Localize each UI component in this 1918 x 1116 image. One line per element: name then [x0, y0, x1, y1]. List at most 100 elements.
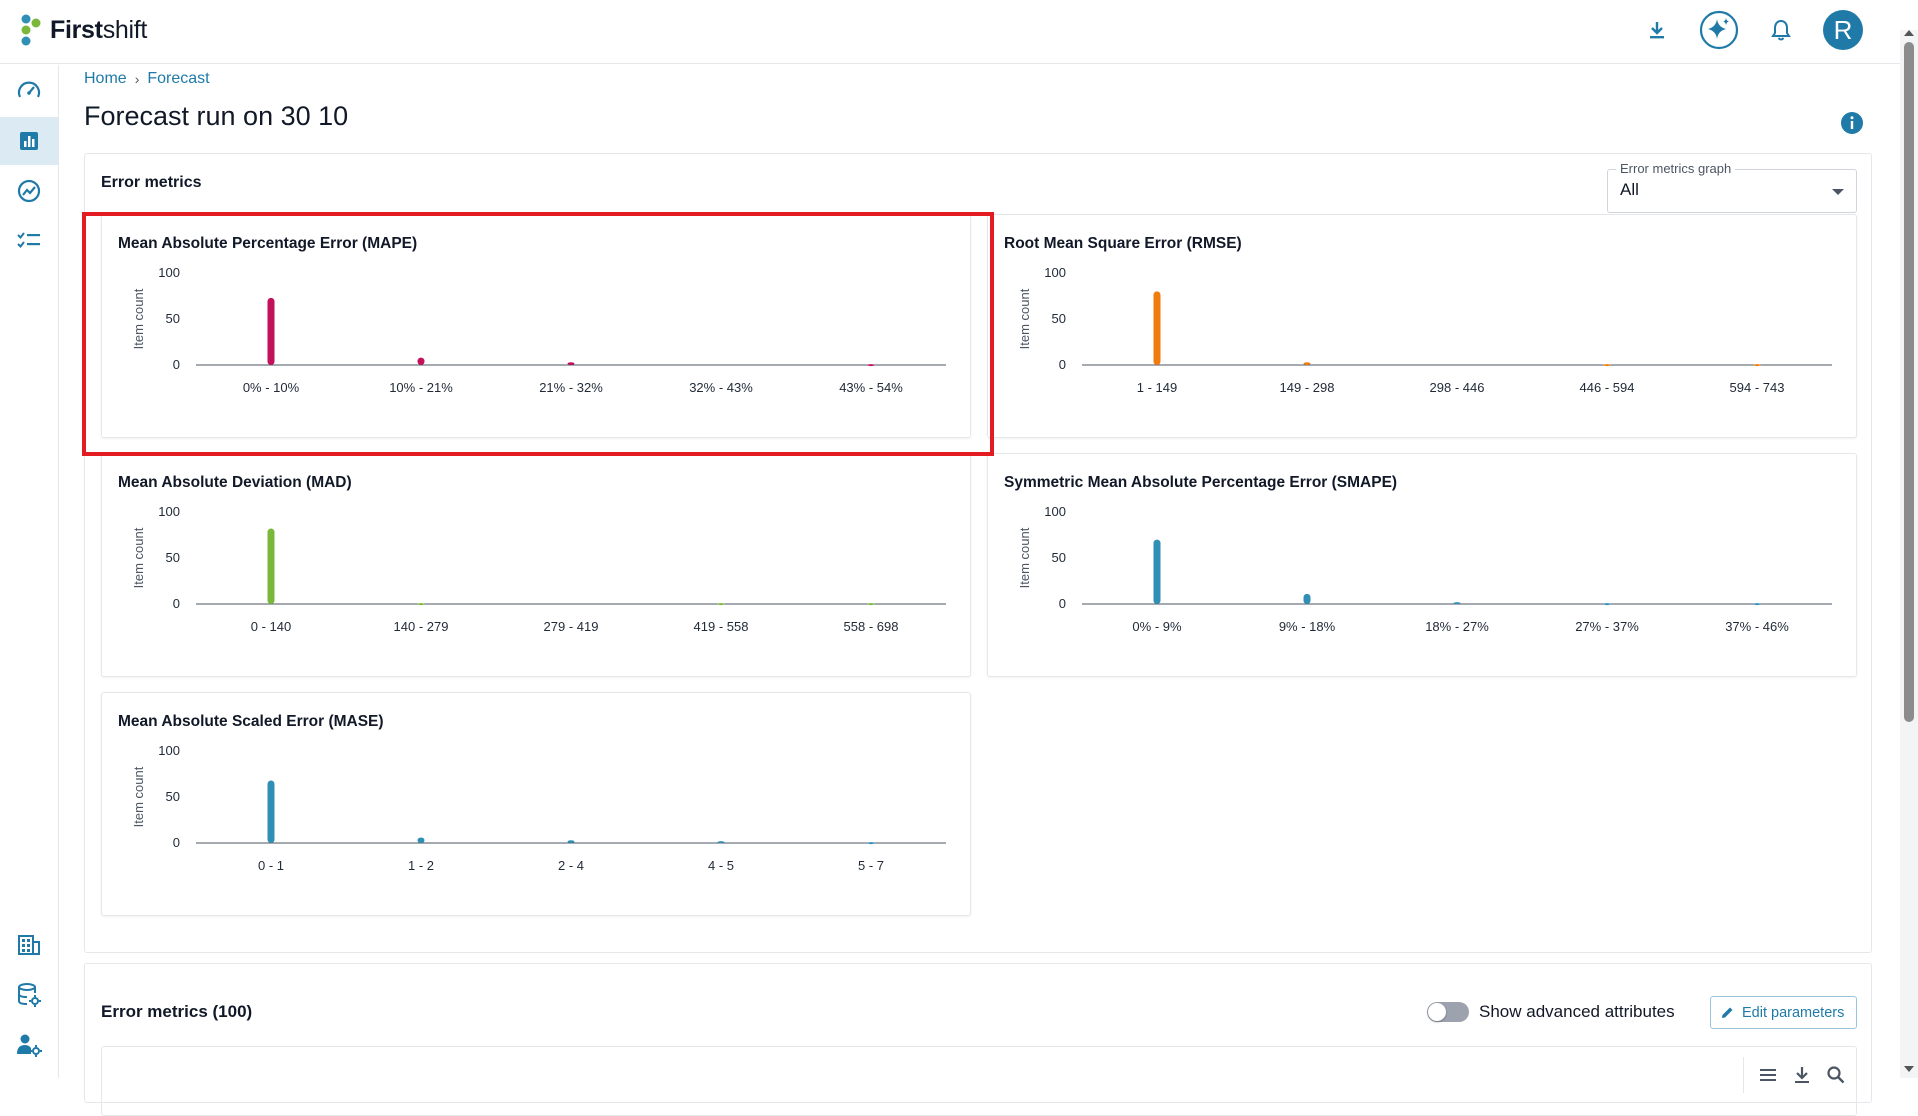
x-tick-label: 446 - 594	[1580, 380, 1635, 395]
x-tick-label: 140 - 279	[394, 619, 449, 634]
y-tick-label: 0	[173, 835, 180, 850]
sidebar-item-user-settings[interactable]	[0, 1021, 58, 1069]
sidebar-item-forecast[interactable]	[0, 117, 58, 165]
error-metrics-panel: Error metrics Error metrics graph All Me…	[84, 153, 1872, 953]
page-title: Forecast run on 30 10	[84, 101, 349, 131]
select-label: Error metrics graph	[1616, 161, 1736, 176]
breadcrumb-forecast-link[interactable]: Forecast	[147, 70, 209, 88]
bar[interactable]	[1753, 603, 1761, 606]
pencil-icon	[1722, 1007, 1733, 1018]
scroll-up-arrow-icon[interactable]	[1904, 30, 1914, 36]
error-metrics-table-title: Error metrics (100)	[101, 1002, 253, 1021]
scroll-down-arrow-icon[interactable]	[1904, 1066, 1914, 1072]
edit-parameters-button[interactable]: Edit parameters	[1710, 996, 1857, 1029]
top-bar: Firstshift R	[0, 0, 1918, 64]
x-tick-label: 419 - 558	[694, 619, 749, 634]
x-tick-label: 149 - 298	[1280, 380, 1335, 395]
bar[interactable]	[717, 841, 725, 844]
firstshift-logo[interactable]: Firstshift	[20, 14, 147, 46]
bar[interactable]	[1153, 291, 1161, 365]
rmse-chart-card: Root Mean Square Error (RMSE) Item count…	[987, 214, 1857, 438]
trend-icon	[17, 179, 41, 203]
table-search-icon[interactable]	[1826, 1065, 1846, 1085]
x-tick-label: 279 - 419	[544, 619, 599, 634]
mad-chart-card: Mean Absolute Deviation (MAD) Item count…	[101, 453, 971, 677]
x-tick-label: 2 - 4	[558, 858, 584, 873]
sidebar-item-tasks[interactable]	[0, 217, 58, 265]
bar[interactable]	[417, 357, 425, 365]
advanced-attributes-toggle[interactable]: Show advanced attributes	[1427, 1002, 1675, 1022]
y-tick-label: 50	[166, 311, 180, 326]
bar[interactable]	[1603, 364, 1611, 367]
x-tick-label: 21% - 32%	[539, 380, 603, 395]
x-tick-label: 32% - 43%	[689, 380, 753, 395]
bar-chart-icon	[20, 132, 38, 150]
bar[interactable]	[1453, 602, 1461, 605]
ai-sparkle-icon[interactable]	[1699, 10, 1739, 50]
bar[interactable]	[417, 603, 425, 606]
y-tick-label: 50	[1052, 311, 1066, 326]
checklist-icon	[17, 232, 40, 249]
info-icon[interactable]	[1840, 111, 1864, 140]
toggle-switch[interactable]	[1427, 1002, 1469, 1022]
x-tick-label: 18% - 27%	[1425, 619, 1489, 634]
bar-chart: Item count 0 50 100 1 - 149 149 - 298 298 - 44…	[1017, 265, 1832, 395]
bar[interactable]	[567, 840, 575, 843]
y-tick-label: 100	[1044, 265, 1066, 280]
dashboard-gauge-icon	[17, 81, 41, 98]
x-tick-label: 4 - 5	[708, 858, 734, 873]
y-axis-title: Item count	[131, 766, 146, 827]
page-scrollbar[interactable]	[1900, 30, 1918, 1078]
column-menu-icon[interactable]	[1758, 1066, 1778, 1084]
scroll-thumb[interactable]	[1904, 42, 1914, 722]
y-tick-label: 100	[158, 743, 180, 758]
breadcrumb-home-link[interactable]: Home	[84, 70, 127, 88]
bar[interactable]	[867, 842, 875, 845]
x-tick-label: 558 - 698	[844, 619, 899, 634]
x-tick-label: 1 - 2	[408, 858, 434, 873]
bar[interactable]	[1153, 539, 1161, 604]
bar[interactable]	[1303, 593, 1311, 604]
firstshift-logo-icon	[21, 14, 41, 46]
y-tick-label: 100	[1044, 504, 1066, 519]
x-tick-label: 1 - 149	[1137, 380, 1177, 395]
bar-chart: Item count 0 50 100 0 - 1 1 - 2 2 - 4 4 - 5 5 - …	[131, 743, 946, 873]
y-axis-title: Item count	[131, 527, 146, 588]
x-tick-label: 5 - 7	[858, 858, 884, 873]
bar[interactable]	[267, 780, 275, 843]
bar[interactable]	[1753, 364, 1761, 367]
x-tick-label: 594 - 743	[1730, 380, 1785, 395]
bar[interactable]	[867, 364, 875, 367]
sidebar-item-trends[interactable]	[0, 167, 58, 215]
smape-chart-card: Symmetric Mean Absolute Percentage Error…	[987, 453, 1857, 677]
x-tick-label: 10% - 21%	[389, 380, 453, 395]
sidebar	[0, 65, 59, 1078]
sidebar-item-data-settings[interactable]	[0, 971, 58, 1019]
toggle-knob	[1428, 1003, 1446, 1021]
download-icon[interactable]	[1637, 10, 1677, 50]
toggle-label: Show advanced attributes	[1479, 1002, 1675, 1021]
y-tick-label: 50	[166, 550, 180, 565]
y-tick-label: 50	[166, 789, 180, 804]
avatar[interactable]: R	[1823, 10, 1863, 50]
main-content: Home › Forecast Forecast run on 30 10 Er…	[60, 65, 1898, 1116]
bar[interactable]	[867, 603, 875, 606]
bar[interactable]	[1603, 603, 1611, 606]
bar[interactable]	[567, 362, 575, 365]
x-tick-label: 0 - 1	[258, 858, 284, 873]
table-download-icon[interactable]	[1792, 1065, 1812, 1085]
bar[interactable]	[417, 837, 425, 843]
y-tick-label: 50	[1052, 550, 1066, 565]
y-tick-label: 100	[158, 265, 180, 280]
sidebar-item-dashboard[interactable]	[0, 67, 58, 115]
bell-icon[interactable]	[1761, 10, 1801, 50]
bar[interactable]	[717, 603, 725, 606]
bar[interactable]	[1303, 362, 1311, 365]
bar[interactable]	[267, 297, 275, 365]
bar[interactable]	[267, 528, 275, 604]
sidebar-item-organization[interactable]	[0, 921, 58, 969]
building-icon	[18, 935, 40, 955]
error-metrics-graph-select[interactable]: Error metrics graph All	[1607, 161, 1857, 213]
x-tick-label: 0 - 140	[251, 619, 291, 634]
x-tick-label: 43% - 54%	[839, 380, 903, 395]
